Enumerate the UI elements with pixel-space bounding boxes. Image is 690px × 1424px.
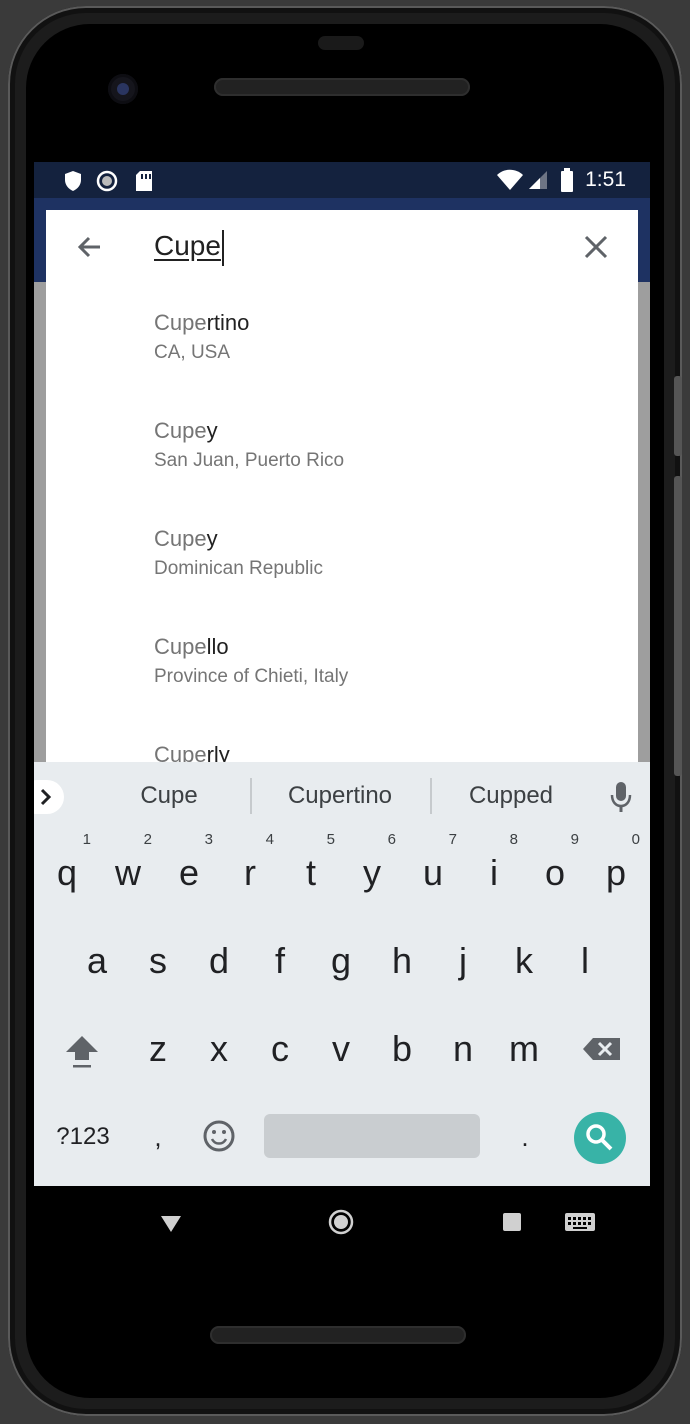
- shift-icon: [66, 1036, 98, 1068]
- back-triangle-icon[interactable]: [158, 1210, 184, 1236]
- cell-signal-icon: [529, 171, 547, 189]
- key-d[interactable]: d: [191, 926, 247, 996]
- suggestion-divider: [250, 778, 252, 814]
- status-time: 1:51: [585, 168, 626, 191]
- home-icon[interactable]: [327, 1208, 355, 1236]
- key-n[interactable]: n: [435, 1014, 491, 1084]
- suggestion-divider: [430, 778, 432, 814]
- key-x[interactable]: x: [191, 1014, 247, 1084]
- emoji-key[interactable]: [191, 1102, 247, 1172]
- proximity-sensor: [318, 36, 364, 50]
- period-key[interactable]: .: [497, 1102, 553, 1172]
- suggestion-strip: Cupe Cupertino Cupped: [34, 762, 650, 830]
- search-input[interactable]: Cupe: [154, 224, 554, 268]
- results-list: Cupertino CA, USA Cupey San Juan, Puerto…: [46, 284, 638, 764]
- key-q[interactable]: q1: [39, 831, 95, 908]
- wifi-icon: [497, 169, 523, 190]
- key-i[interactable]: i8: [466, 831, 522, 908]
- key-h[interactable]: h: [374, 926, 430, 996]
- power-button: [674, 476, 682, 776]
- key-v[interactable]: v: [313, 1014, 369, 1084]
- text-cursor: [221, 229, 224, 266]
- backspace-key[interactable]: [574, 1014, 630, 1084]
- space-key[interactable]: [264, 1114, 480, 1158]
- result-subtitle: Dominican Republic: [154, 558, 323, 579]
- key-g[interactable]: g: [313, 926, 369, 996]
- key-k[interactable]: k: [496, 926, 552, 996]
- close-icon[interactable]: [582, 233, 610, 261]
- key-u[interactable]: u7: [405, 831, 461, 908]
- result-title: Cupey: [154, 418, 218, 443]
- suggestion-3[interactable]: Cupped: [436, 782, 586, 810]
- key-z[interactable]: z: [130, 1014, 186, 1084]
- key-t[interactable]: t5: [283, 831, 339, 908]
- key-a[interactable]: a: [69, 926, 125, 996]
- suggestion-1[interactable]: Cupe: [94, 782, 244, 810]
- result-title: Cupertino: [154, 310, 250, 335]
- key-c[interactable]: c: [252, 1014, 308, 1084]
- sync-icon: [96, 170, 118, 192]
- result-subtitle: San Juan, Puerto Rico: [154, 450, 345, 471]
- key-s[interactable]: s: [130, 926, 186, 996]
- key-p[interactable]: p0: [588, 831, 644, 908]
- chevron-right-icon: [40, 788, 52, 806]
- symbols-key[interactable]: ?123: [48, 1102, 118, 1172]
- comma-key[interactable]: ,: [130, 1102, 186, 1172]
- result-item[interactable]: Cupey Dominican Republic: [154, 500, 614, 600]
- result-title: Cupey: [154, 526, 218, 551]
- key-j[interactable]: j: [435, 926, 491, 996]
- screen: 1:51 Cupe Cupertino CA, USA Cupey San Ju…: [34, 162, 650, 1186]
- result-item[interactable]: Cupey San Juan, Puerto Rico: [154, 392, 614, 492]
- key-r[interactable]: r4: [222, 831, 278, 908]
- status-bar: 1:51: [34, 162, 650, 198]
- key-b[interactable]: b: [374, 1014, 430, 1084]
- battery-icon: [561, 168, 573, 192]
- shift-key[interactable]: [54, 1014, 110, 1084]
- key-f[interactable]: f: [252, 926, 308, 996]
- earpiece-speaker: [214, 78, 470, 96]
- search-key[interactable]: [574, 1112, 626, 1164]
- key-l[interactable]: l: [557, 926, 613, 996]
- result-title: Cuperly: [154, 742, 230, 764]
- key-e[interactable]: e3: [161, 831, 217, 908]
- keyboard-switch-icon[interactable]: [564, 1210, 596, 1234]
- result-item[interactable]: Cupello Province of Chieti, Italy: [154, 608, 614, 708]
- key-o[interactable]: o9: [527, 831, 583, 908]
- navigation-bar: [34, 1186, 650, 1266]
- result-title: Cupello: [154, 634, 229, 659]
- result-item[interactable]: Cuperly: [154, 716, 614, 764]
- shield-icon: [65, 171, 81, 191]
- result-subtitle: Province of Chieti, Italy: [154, 666, 349, 687]
- microphone-icon[interactable]: [608, 780, 634, 814]
- key-w[interactable]: w2: [100, 831, 156, 908]
- bottom-speaker: [210, 1326, 466, 1344]
- suggestion-2[interactable]: Cupertino: [265, 782, 415, 810]
- keyboard: Cupe Cupertino Cupped q1 w2 e3 r4 t5 y6 …: [34, 762, 650, 1186]
- search-icon: [586, 1124, 613, 1151]
- recents-icon[interactable]: [501, 1211, 523, 1233]
- search-query: Cupe: [154, 230, 221, 261]
- search-bar: Cupe: [46, 210, 638, 285]
- emoji-icon: [203, 1120, 235, 1152]
- expand-toolbar-button[interactable]: [34, 780, 64, 814]
- back-arrow-icon[interactable]: [74, 231, 106, 263]
- backspace-icon: [583, 1038, 620, 1060]
- key-y[interactable]: y6: [344, 831, 400, 908]
- result-item[interactable]: Cupertino CA, USA: [154, 284, 614, 384]
- sd-card-icon: [136, 171, 152, 191]
- front-camera: [108, 74, 138, 104]
- result-subtitle: CA, USA: [154, 342, 231, 363]
- key-m[interactable]: m: [496, 1014, 552, 1084]
- volume-button: [674, 376, 682, 456]
